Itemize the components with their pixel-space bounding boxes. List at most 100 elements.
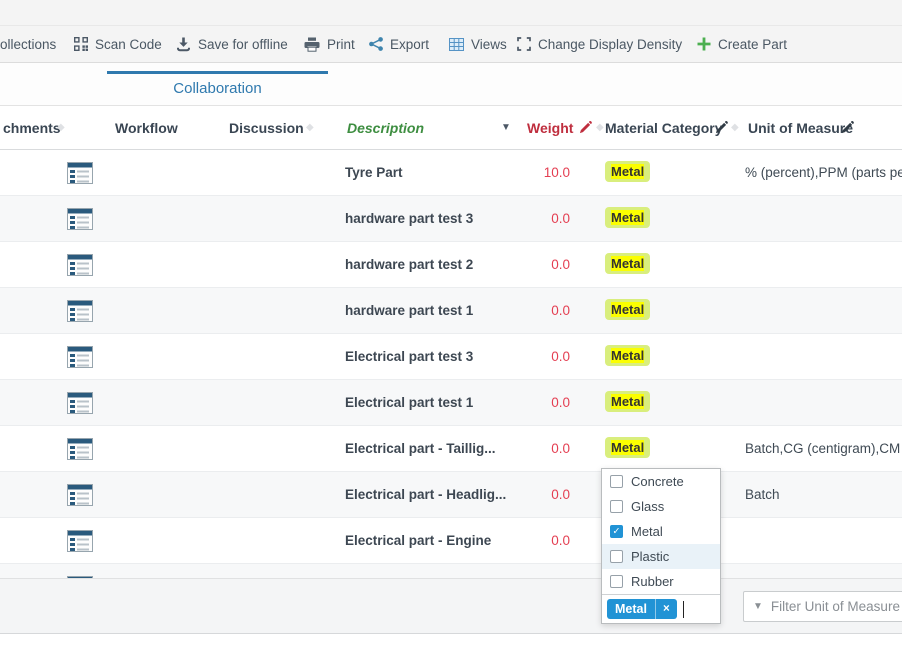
description-cell[interactable]: Electrical part - Engine <box>345 518 491 564</box>
description-cell[interactable]: Tyre Part <box>345 150 403 196</box>
material-badge[interactable]: Metal <box>605 391 650 412</box>
checkbox-unchecked-icon[interactable] <box>610 575 623 588</box>
toolbar-collections-button[interactable]: ollections <box>0 26 56 62</box>
uom-filter-input[interactable]: ▼ Filter Unit of Measure <box>743 591 902 622</box>
description-cell[interactable]: hardware part test 2 <box>345 242 473 288</box>
toolbar: ollections Scan Code Save for offline Pr… <box>0 26 902 63</box>
tab-collaboration[interactable]: Collaboration <box>107 71 328 97</box>
dropdown-option-plastic[interactable]: Plastic <box>602 544 720 569</box>
table-row[interactable]: hardware part test 2 0.0 Metal <box>0 242 902 288</box>
material-badge[interactable]: Metal <box>605 253 650 274</box>
header-discussion[interactable]: Discussion <box>229 106 304 150</box>
plus-icon <box>697 37 711 51</box>
checkbox-checked-icon[interactable] <box>610 525 623 538</box>
weight-cell[interactable]: 0.0 <box>480 426 570 472</box>
material-badge[interactable]: Metal <box>605 345 650 366</box>
material-badge[interactable]: Metal <box>605 299 650 320</box>
description-cell[interactable]: Electrical part - Taillig... <box>345 426 496 472</box>
weight-cell[interactable]: 0.0 <box>480 196 570 242</box>
table-grid-icon <box>449 38 464 51</box>
remove-tag-button[interactable]: × <box>656 599 677 619</box>
table-row[interactable]: Electrical part - Headlig... 0.0 Batch <box>0 472 902 518</box>
table-row[interactable]: Electrical part - Engine 0.0 <box>0 518 902 564</box>
chevron-down-icon[interactable]: ▼ <box>501 106 511 150</box>
sort-icon[interactable]: ◆ <box>596 106 604 150</box>
table-row[interactable]: Electrical part - Taillig... 0.0 Metal B… <box>0 426 902 472</box>
dropdown-option-glass[interactable]: Glass <box>602 494 720 519</box>
description-cell[interactable]: Electrical part test 3 <box>345 334 473 380</box>
toolbar-change-density-button[interactable]: Change Display Density <box>517 26 682 62</box>
checkbox-unchecked-icon[interactable] <box>610 550 623 563</box>
toolbar-print-button[interactable]: Print <box>304 26 355 62</box>
text-cursor <box>683 601 685 618</box>
weight-cell[interactable]: 0.0 <box>480 472 570 518</box>
workflow-form-icon[interactable] <box>67 162 93 184</box>
toolbar-label: ollections <box>0 37 56 52</box>
toolbar-label: Views <box>471 37 507 52</box>
material-badge[interactable]: Metal <box>605 207 650 228</box>
qr-code-icon <box>74 37 88 51</box>
filter-bar: ▼ Filter Unit of Measure <box>0 578 902 634</box>
toolbar-label: Print <box>327 37 355 52</box>
uom-cell[interactable]: Batch <box>745 472 780 518</box>
table-row[interactable]: hardware part test 3 0.0 Metal <box>0 196 902 242</box>
material-badge[interactable]: Metal <box>605 437 650 458</box>
header-description[interactable]: Description <box>347 106 424 150</box>
table-row[interactable]: Electrical part test 3 0.0 Metal <box>0 334 902 380</box>
printer-icon <box>304 37 320 52</box>
tab-bar: Collaboration <box>0 63 902 106</box>
edit-pencil-icon[interactable] <box>841 121 854 137</box>
workflow-form-icon[interactable] <box>67 300 93 322</box>
header-workflow[interactable]: Workflow <box>115 106 178 150</box>
edit-pencil-icon[interactable] <box>715 121 728 137</box>
workflow-form-icon[interactable] <box>67 346 93 368</box>
workflow-form-icon[interactable] <box>67 254 93 276</box>
toolbar-save-offline-button[interactable]: Save for offline <box>176 26 288 62</box>
dropdown-option-metal[interactable]: Metal <box>602 519 720 544</box>
dropdown-option-concrete[interactable]: Concrete <box>602 469 720 494</box>
sort-icon[interactable]: ◆ <box>731 106 739 150</box>
header-attachments[interactable]: chments <box>3 106 61 150</box>
weight-cell[interactable]: 0.0 <box>480 288 570 334</box>
toolbar-views-button[interactable]: Views <box>449 26 507 62</box>
description-cell[interactable]: hardware part test 3 <box>345 196 473 242</box>
app-window: ollections Scan Code Save for offline Pr… <box>0 0 902 654</box>
header-weight[interactable]: Weight <box>527 106 573 150</box>
toolbar-label: Scan Code <box>95 37 162 52</box>
material-tag-input[interactable]: Metal × <box>602 594 720 623</box>
weight-cell[interactable]: 0.0 <box>480 380 570 426</box>
workflow-form-icon[interactable] <box>67 530 93 552</box>
table-row[interactable]: hardware part test 1 0.0 Metal <box>0 288 902 334</box>
workflow-form-icon[interactable] <box>67 208 93 230</box>
edit-pencil-icon[interactable] <box>579 121 592 137</box>
table-row-partial[interactable] <box>0 564 902 578</box>
weight-cell[interactable]: 10.0 <box>480 150 570 196</box>
sort-icon[interactable]: ◆ <box>306 106 314 150</box>
uom-cell[interactable]: % (percent),PPM (parts per m <box>745 150 902 196</box>
expand-icon <box>517 37 531 51</box>
description-cell[interactable]: hardware part test 1 <box>345 288 473 334</box>
header-unit-of-measure[interactable]: Unit of Measure <box>748 106 853 150</box>
sort-icon[interactable]: ◆ <box>57 106 65 150</box>
toolbar-label: Export <box>390 37 429 52</box>
toolbar-export-button[interactable]: Export <box>369 26 429 62</box>
material-category-dropdown: Concrete Glass Metal Plastic Rubber Meta… <box>601 468 721 624</box>
table-row[interactable]: Tyre Part 10.0 Metal % (percent),PPM (pa… <box>0 150 902 196</box>
workflow-form-icon[interactable] <box>67 484 93 506</box>
weight-cell[interactable]: 0.0 <box>480 518 570 564</box>
dropdown-option-rubber[interactable]: Rubber <box>602 569 720 594</box>
description-cell[interactable]: Electrical part test 1 <box>345 380 473 426</box>
share-icon <box>369 37 383 51</box>
checkbox-unchecked-icon[interactable] <box>610 500 623 513</box>
uom-cell[interactable]: Batch,CG (centigram),CM (ce <box>745 426 902 472</box>
table-row[interactable]: Electrical part test 1 0.0 Metal <box>0 380 902 426</box>
toolbar-create-part-button[interactable]: Create Part <box>697 26 787 62</box>
workflow-form-icon[interactable] <box>67 392 93 414</box>
workflow-form-icon[interactable] <box>67 438 93 460</box>
header-material-category[interactable]: Material Category <box>605 106 722 150</box>
material-badge[interactable]: Metal <box>605 161 650 182</box>
checkbox-unchecked-icon[interactable] <box>610 475 623 488</box>
toolbar-scan-code-button[interactable]: Scan Code <box>74 26 162 62</box>
weight-cell[interactable]: 0.0 <box>480 242 570 288</box>
weight-cell[interactable]: 0.0 <box>480 334 570 380</box>
